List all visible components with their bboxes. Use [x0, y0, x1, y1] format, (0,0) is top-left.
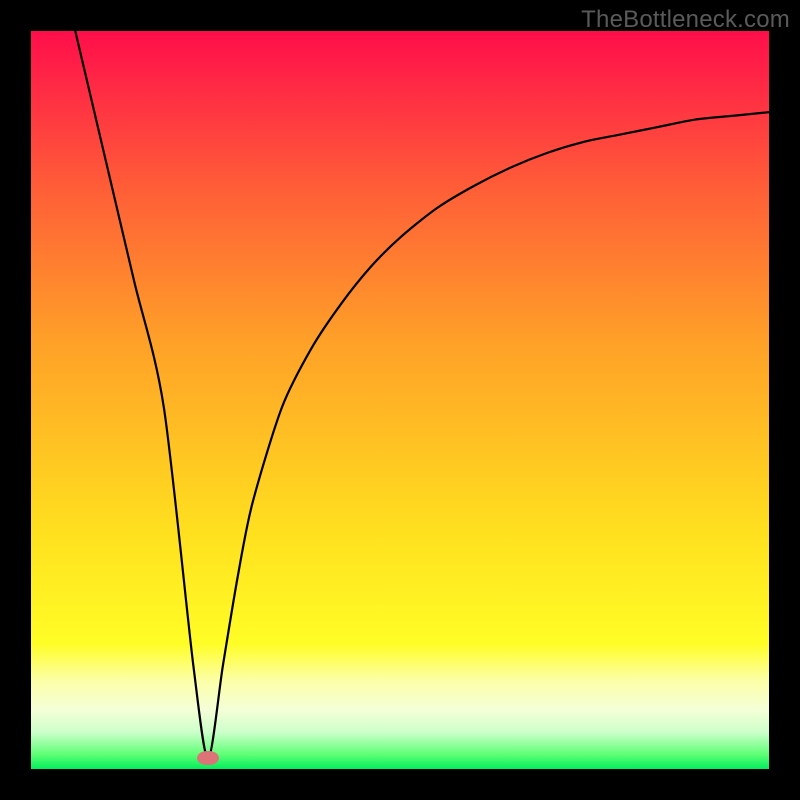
- min-marker: [197, 751, 219, 765]
- bottleneck-curve: [31, 31, 769, 769]
- attribution-text: TheBottleneck.com: [581, 6, 790, 34]
- plot-area: [31, 31, 769, 769]
